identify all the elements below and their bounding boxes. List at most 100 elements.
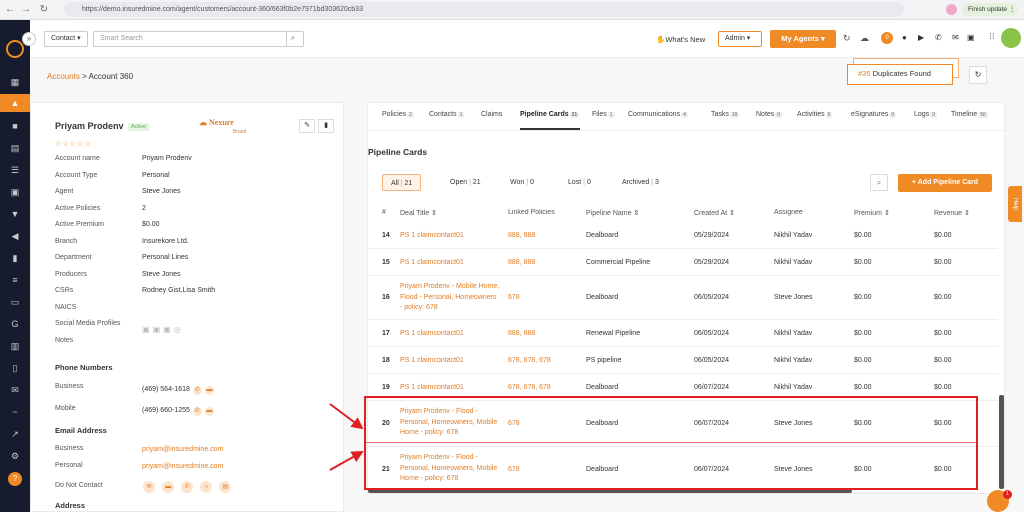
table-row[interactable]: 14 PS 1 claimcontact01 888, 888 Dealboard 05… — [368, 223, 998, 249]
reload-icon[interactable]: ↻ — [38, 4, 50, 16]
filter-all[interactable]: All | 21 — [382, 174, 422, 191]
chip-icon[interactable]: ▣ — [967, 33, 975, 42]
finish-update-button[interactable]: Finish update ⋮ — [962, 3, 1018, 16]
mail-top-icon[interactable]: ✉ — [952, 33, 959, 42]
dnc-global-icon[interactable]: ☼ — [200, 481, 213, 493]
tab-timeline[interactable]: Timeline 56 — [951, 111, 988, 118]
calendar-icon[interactable]: ▣ — [8, 186, 22, 198]
linked-policies-link[interactable]: 678, 678, 678 — [508, 384, 551, 391]
handshake-icon[interactable]: ~ — [8, 406, 22, 418]
address-bar[interactable]: https://demo.insuredmine.com/agent/custo… — [64, 2, 904, 17]
back-icon[interactable]: ← — [4, 4, 16, 16]
tab-activities[interactable]: Activities 5 — [797, 111, 833, 118]
sms-icon[interactable]: ▬ — [204, 386, 214, 395]
column-header[interactable]: Linked Policies — [508, 209, 555, 216]
tab-esignatures[interactable]: eSignatures 0 — [851, 111, 897, 118]
tab-notes[interactable]: Notes 0 — [756, 111, 783, 118]
deal-title-link[interactable]: PS 1 claimcontact01 — [400, 330, 464, 337]
tab-contacts[interactable]: Contacts 1 — [429, 111, 465, 118]
linked-policies-link[interactable]: 888, 888 — [508, 330, 535, 337]
accounts-icon[interactable]: ▲ — [8, 97, 22, 109]
linked-policies-link[interactable]: 888, 888 — [508, 259, 535, 266]
my-agents-button[interactable]: My Agents ▾ — [770, 30, 836, 48]
stack-icon[interactable]: ≡ — [8, 274, 22, 286]
table-row[interactable]: 15 PS 1 claimcontact01 888, 888 Commercial … — [368, 249, 998, 276]
linked-policies-link[interactable]: 678, 678, 678 — [508, 357, 551, 364]
analytics-icon[interactable]: ↗ — [8, 428, 22, 440]
apps-grid-icon[interactable]: ⁝⁝ — [989, 31, 995, 42]
tab-communications[interactable]: Communications 4 — [628, 111, 688, 118]
dashboard-icon[interactable]: ▦ — [8, 76, 22, 88]
profile-avatar[interactable] — [946, 4, 957, 15]
table-row[interactable]: 16 Priyam Prodenv - Mobile Home, Flood - … — [368, 276, 998, 320]
dnc-email-icon[interactable]: ✉ — [143, 481, 155, 493]
reports-icon[interactable]: ▤ — [8, 142, 22, 154]
column-header[interactable]: Premium ⇕ — [854, 209, 890, 217]
call-icon[interactable]: ✆ — [192, 386, 202, 395]
tab-policies[interactable]: Policies 2 — [382, 111, 414, 118]
dnc-call-icon[interactable]: ✆ — [181, 481, 194, 493]
edit-icon[interactable]: ✎ — [299, 119, 315, 133]
smart-search-input[interactable]: Smart Search — [93, 31, 287, 47]
help-circle-icon[interactable]: ? — [8, 472, 22, 486]
linked-policies-link[interactable]: 678 — [508, 294, 520, 301]
video-icon[interactable]: ▶ — [918, 33, 924, 42]
forward-icon[interactable]: → — [20, 4, 32, 16]
pipeline-search-icon[interactable]: ⌕ — [870, 174, 888, 191]
search-icon[interactable]: ⌕ — [286, 31, 304, 47]
refresh-icon[interactable]: ↻ — [843, 33, 851, 44]
column-header[interactable]: Deal Title ⇕ — [400, 209, 437, 217]
user-avatar[interactable] — [1001, 28, 1021, 48]
list-icon[interactable]: ☰ — [8, 164, 22, 176]
mail-icon[interactable]: ✉ — [8, 384, 22, 396]
globe-icon[interactable]: ◎ — [174, 325, 184, 334]
tab-tasks[interactable]: Tasks 19 — [711, 111, 740, 118]
campaign-icon[interactable]: ◀ — [8, 230, 22, 242]
contact-type-select[interactable]: Contact ▾ — [44, 31, 88, 47]
column-header[interactable]: Pipeline Name ⇕ — [586, 209, 639, 217]
call-icon[interactable]: ✆ — [192, 407, 202, 416]
email-personal-link[interactable]: priyam@insuredmine.com — [142, 463, 223, 470]
policies-icon[interactable]: ■ — [8, 120, 22, 132]
phone-icon[interactable]: ✆ — [935, 33, 942, 42]
filter-archived[interactable]: Archived | 3 — [614, 174, 667, 191]
filter-lost[interactable]: Lost | 0 — [560, 174, 599, 191]
collapse-sidebar-icon[interactable]: » — [22, 32, 36, 46]
deal-title-link[interactable]: PS 1 claimcontact01 — [400, 259, 464, 266]
tab-files[interactable]: Files 1 — [592, 111, 615, 118]
tab-pipeline-cards[interactable]: Pipeline Cards 21 — [520, 111, 580, 130]
role-select[interactable]: Admin ▾ — [718, 31, 762, 47]
documents-icon[interactable]: ▮ — [8, 252, 22, 264]
folder-icon[interactable]: ▭ — [8, 296, 22, 308]
linked-policies-link[interactable]: 888, 888 — [508, 232, 535, 239]
column-header[interactable]: Assignee — [774, 209, 803, 216]
table-row[interactable]: 17 PS 1 claimcontact01 888, 888 Renewal Pip… — [368, 320, 998, 347]
whats-new-link[interactable]: ✋What's New — [656, 35, 705, 44]
vertical-scrollbar[interactable] — [999, 395, 1004, 489]
dnc-mail-icon[interactable]: ▤ — [219, 481, 232, 493]
add-pipeline-card-button[interactable]: + Add Pipeline Card — [898, 174, 992, 192]
deal-title-link[interactable]: PS 1 claimcontact01 — [400, 357, 464, 364]
table-row[interactable]: 18 PS 1 claimcontact01 678, 678, 678 PS pip… — [368, 347, 998, 374]
filter-icon[interactable]: ▼ — [8, 208, 22, 220]
facebook-icon[interactable]: ▣ — [153, 325, 164, 334]
duplicates-found-button[interactable]: #35 Duplicates Found — [847, 64, 953, 85]
clipboard-icon[interactable]: ▯ — [8, 362, 22, 374]
column-header[interactable]: Revenue ⇕ — [934, 209, 970, 217]
forms-icon[interactable]: ▥ — [8, 340, 22, 352]
email-business-link[interactable]: priyam@insuredmine.com — [142, 446, 223, 453]
refresh-duplicates-icon[interactable]: ↻ — [969, 66, 987, 84]
settings-icon[interactable]: ⚙ — [8, 450, 22, 462]
deal-title-link[interactable]: PS 1 claimcontact01 — [400, 384, 464, 391]
delete-icon[interactable]: ▮ — [318, 119, 334, 133]
dnc-sms-icon[interactable]: ▬ — [162, 481, 175, 493]
sms-icon[interactable]: ▬ — [204, 407, 214, 416]
twitter-icon[interactable]: ▣ — [163, 325, 174, 334]
bell-icon[interactable]: ● — [902, 33, 907, 42]
google-icon[interactable]: G — [8, 318, 22, 330]
deal-title-link[interactable]: Priyam Prodenv - Mobile Home, Flood - Pe… — [400, 282, 500, 314]
breadcrumb-accounts-link[interactable]: Accounts — [47, 72, 80, 81]
cloud-icon[interactable]: ☁ — [860, 33, 869, 44]
rating-stars[interactable]: ☆☆☆☆☆ — [55, 140, 91, 148]
filter-won[interactable]: Won | 0 — [502, 174, 542, 191]
